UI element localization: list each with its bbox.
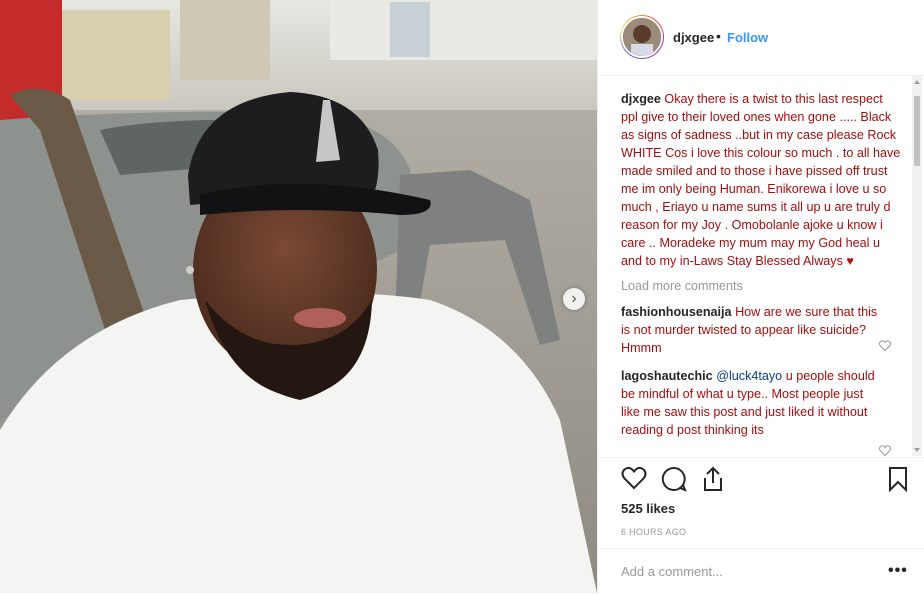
comment-username[interactable]: lagoshautechic (621, 369, 713, 383)
heart-icon[interactable] (621, 466, 647, 490)
caption-username[interactable]: djxgee (621, 92, 661, 106)
follow-button[interactable]: Follow (727, 30, 768, 45)
share-icon[interactable] (702, 466, 724, 492)
bookmark-icon[interactable] (888, 466, 908, 492)
caption: djxgee Okay there is a twist to this las… (621, 90, 901, 270)
carousel-next-button[interactable]: › (563, 288, 585, 310)
caption-text: Okay there is a twist to this last respe… (621, 92, 901, 268)
add-comment-bar: ••• (598, 548, 924, 594)
load-more-comments[interactable]: Load more comments (621, 277, 901, 295)
post-details-panel: djxgee • Follow djxgee Okay there is a t… (597, 0, 924, 593)
heart-outline-icon[interactable] (879, 340, 891, 351)
post-actions: 525 likes 6 HOURS AGO (598, 457, 924, 537)
heart-emoji: ♥ (846, 254, 854, 268)
post-timestamp: 6 HOURS AGO (621, 527, 687, 537)
comments-list: djxgee Okay there is a twist to this las… (621, 90, 901, 456)
photo-illustration (0, 0, 597, 593)
comment-username[interactable]: fashionhousenaija (621, 305, 732, 319)
comment-icon[interactable] (661, 466, 687, 492)
scroll-thumb[interactable] (914, 96, 920, 166)
add-comment-input[interactable] (621, 564, 871, 579)
likes-count[interactable]: 525 likes (621, 501, 675, 516)
separator-dot: • (716, 28, 721, 44)
comments-scrollbar[interactable] (912, 76, 922, 456)
post-photo: › (0, 0, 597, 593)
chevron-right-icon: › (571, 290, 577, 307)
avatar[interactable] (621, 16, 663, 58)
header-username[interactable]: djxgee (673, 30, 714, 45)
more-options-button[interactable]: ••• (888, 562, 908, 580)
post-header: djxgee • Follow (598, 0, 924, 76)
comment-item: lagoshautechic @luck4tayo u people shoul… (621, 367, 901, 439)
comment-mention[interactable]: @luck4tayo (716, 369, 782, 383)
scroll-up-arrow-icon[interactable] (914, 80, 920, 84)
heart-outline-icon[interactable] (879, 445, 891, 456)
scroll-down-arrow-icon[interactable] (914, 448, 920, 452)
comment-item: fashionhousenaija How are we sure that t… (621, 303, 901, 357)
story-ring[interactable] (620, 15, 664, 59)
